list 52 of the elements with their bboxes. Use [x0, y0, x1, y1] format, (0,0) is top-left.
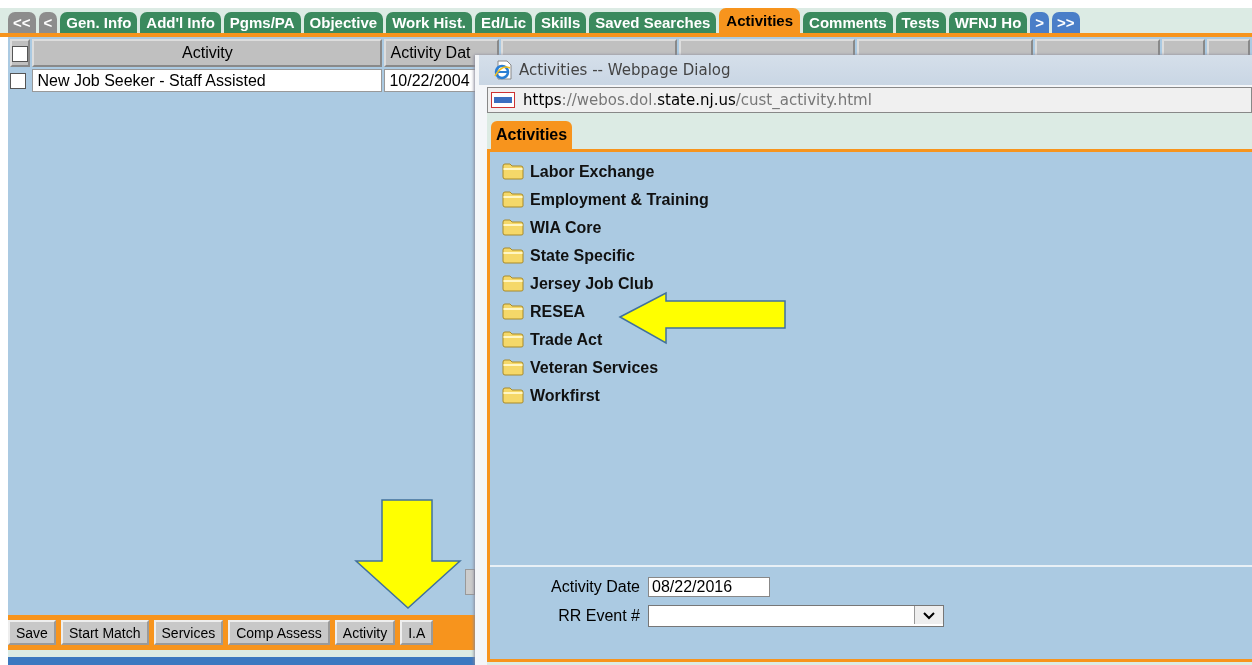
site-icon	[491, 92, 515, 108]
folder-item[interactable]: RESEA	[530, 302, 586, 321]
column-header: Activity	[32, 39, 383, 67]
tab[interactable]: Gen. Info	[60, 12, 138, 33]
checkbox[interactable]	[12, 45, 29, 62]
dropdown[interactable]	[648, 605, 944, 627]
action-button[interactable]: Save	[8, 620, 56, 645]
browser-icon	[493, 60, 513, 80]
tab[interactable]: >>	[1052, 12, 1080, 33]
tab[interactable]: Activities	[491, 121, 573, 149]
folder-icon	[502, 303, 524, 320]
folder-icon	[502, 359, 524, 376]
tab[interactable]: Objective	[303, 12, 384, 33]
url-text: https://webos.dol.state.nj.us/cust_activity.html	[523, 91, 872, 109]
tab[interactable]: Add'l Info	[140, 12, 221, 33]
folder-item[interactable]: State Specific	[530, 246, 635, 265]
folder-item[interactable]: Trade Act	[530, 330, 603, 349]
folder-icon	[502, 163, 524, 180]
folder-icon	[502, 247, 524, 264]
tab[interactable]: Comments	[803, 12, 893, 33]
action-button[interactable]: Activity	[334, 620, 396, 645]
tab[interactable]: Ed/Lic	[475, 12, 533, 33]
folder-icon	[502, 275, 524, 292]
tab[interactable]: WFNJ Ho	[948, 12, 1028, 33]
folder-item[interactable]: Veteran Services	[530, 358, 659, 377]
folder-item[interactable]: Employment & Training	[530, 190, 709, 209]
folder-icon	[502, 387, 524, 404]
tab[interactable]: Pgms/PA	[223, 12, 301, 33]
dialog-title: Activities -- Webpage Dialog	[519, 61, 731, 79]
tab[interactable]: Skills	[535, 12, 587, 33]
table-cell: New Job Seeker - Staff Assisted	[32, 69, 383, 92]
folder-icon	[502, 331, 524, 348]
folder-item[interactable]: Jersey Job Club	[530, 274, 654, 293]
field-label: RR Event #	[558, 607, 640, 625]
column-header: Activity Dat	[384, 39, 500, 67]
date-field[interactable]: 08/22/2016	[648, 577, 770, 597]
tab[interactable]: Tests	[895, 12, 946, 33]
action-button[interactable]: Services	[153, 620, 224, 645]
checkbox[interactable]	[10, 73, 26, 90]
folder-item[interactable]: Labor Exchange	[530, 162, 655, 181]
folder-icon	[502, 219, 524, 236]
action-button[interactable]: I.A	[400, 620, 434, 645]
folder-item[interactable]: WIA Core	[530, 218, 602, 237]
field-label: Activity Date	[551, 578, 640, 596]
action-button[interactable]: Comp Assess	[228, 620, 330, 645]
tab[interactable]: Work Hist.	[386, 12, 473, 33]
action-button[interactable]: Start Match	[60, 620, 149, 645]
tab[interactable]: >	[1030, 12, 1050, 33]
tab[interactable]: Activities	[719, 8, 801, 33]
folder-item[interactable]: Workfirst	[530, 386, 600, 405]
tab[interactable]: Saved Searches	[589, 12, 717, 33]
folder-icon	[502, 191, 524, 208]
